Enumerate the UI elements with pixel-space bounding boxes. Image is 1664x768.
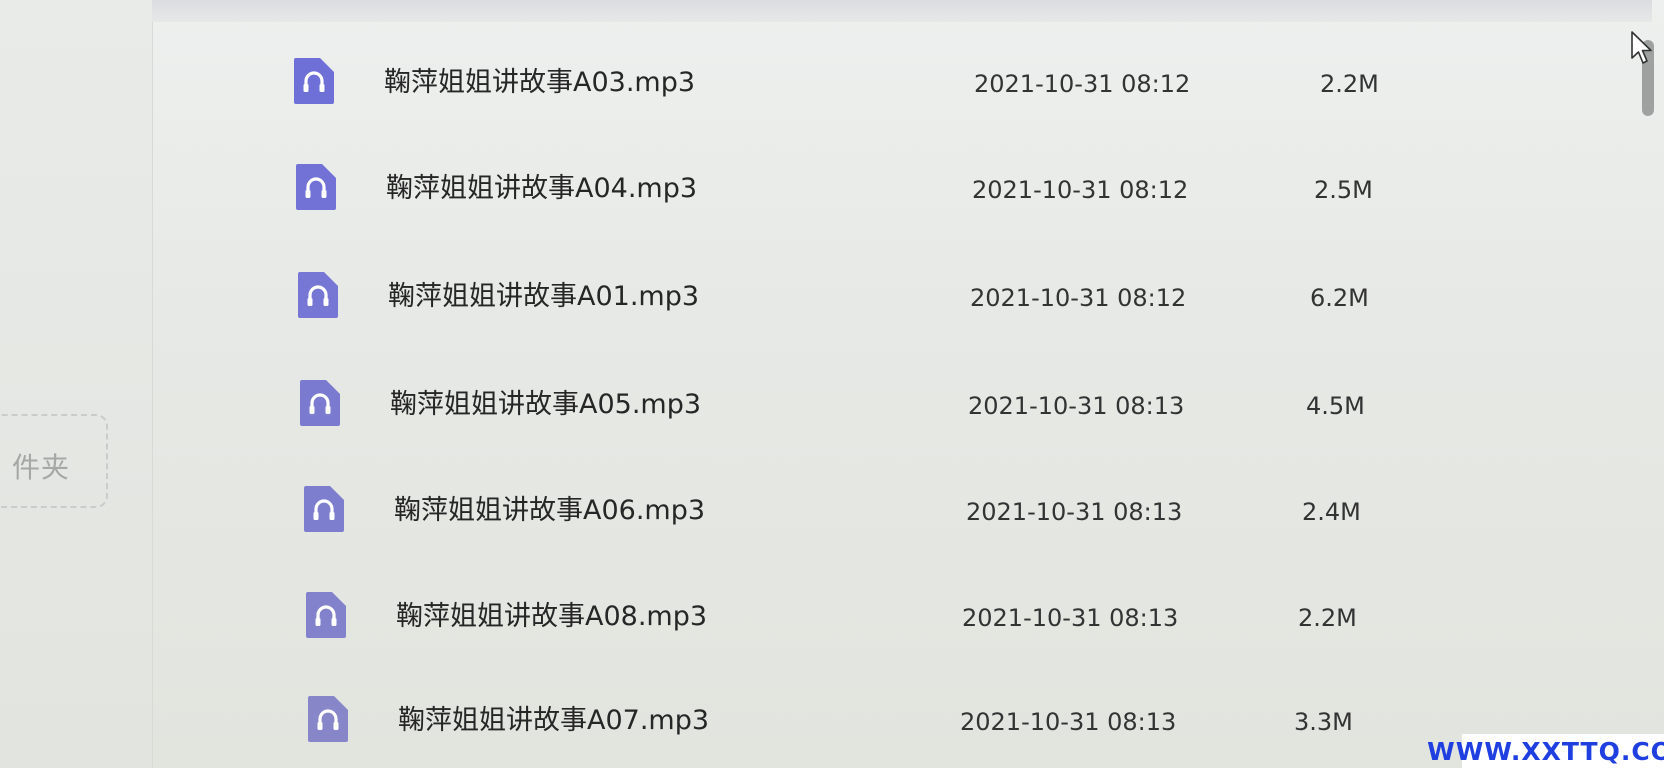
audio-file-icon (300, 380, 340, 426)
file-size: 2.4M (1302, 498, 1361, 526)
mouse-cursor-icon (1631, 31, 1652, 64)
audio-file-icon (298, 272, 338, 318)
file-name[interactable]: 鞠萍姐姐讲故事A03.mp3 (384, 60, 695, 99)
file-size: 3.3M (1294, 708, 1353, 736)
audio-file-icon (294, 58, 334, 104)
file-name[interactable]: 鞠萍姐姐讲故事A05.mp3 (390, 382, 701, 421)
file-name[interactable]: 鞠萍姐姐讲故事A08.mp3 (396, 594, 707, 633)
file-date: 2021-10-31 08:12 (972, 176, 1189, 204)
audio-file-icon (306, 592, 346, 638)
audio-file-icon (296, 164, 336, 210)
file-date: 2021-10-31 08:13 (968, 392, 1185, 420)
file-date: 2021-10-31 08:12 (970, 284, 1187, 312)
file-size: 6.2M (1310, 284, 1369, 312)
audio-file-icon (308, 696, 348, 742)
file-date: 2021-10-31 08:13 (962, 604, 1179, 632)
audio-file-icon (304, 486, 344, 532)
file-size: 2.5M (1314, 176, 1373, 204)
file-name[interactable]: 鞠萍姐姐讲故事A07.mp3 (398, 698, 709, 737)
file-size: 4.5M (1306, 392, 1365, 420)
file-name[interactable]: 鞠萍姐姐讲故事A04.mp3 (386, 166, 697, 205)
scrollbar[interactable] (1640, 0, 1660, 768)
watermark: WWW.XXTTQ.COM (1427, 734, 1664, 768)
file-list: 鞠萍姐姐讲故事A03.mp3 2021-10-31 08:12 2.2M 鞠萍姐… (0, 0, 1664, 768)
file-size: 2.2M (1320, 70, 1379, 98)
file-size: 2.2M (1298, 604, 1357, 632)
file-name[interactable]: 鞠萍姐姐讲故事A01.mp3 (388, 274, 699, 313)
file-date: 2021-10-31 08:13 (966, 498, 1183, 526)
file-date: 2021-10-31 08:13 (960, 708, 1177, 736)
file-date: 2021-10-31 08:12 (974, 70, 1191, 98)
file-name[interactable]: 鞠萍姐姐讲故事A06.mp3 (394, 488, 705, 527)
